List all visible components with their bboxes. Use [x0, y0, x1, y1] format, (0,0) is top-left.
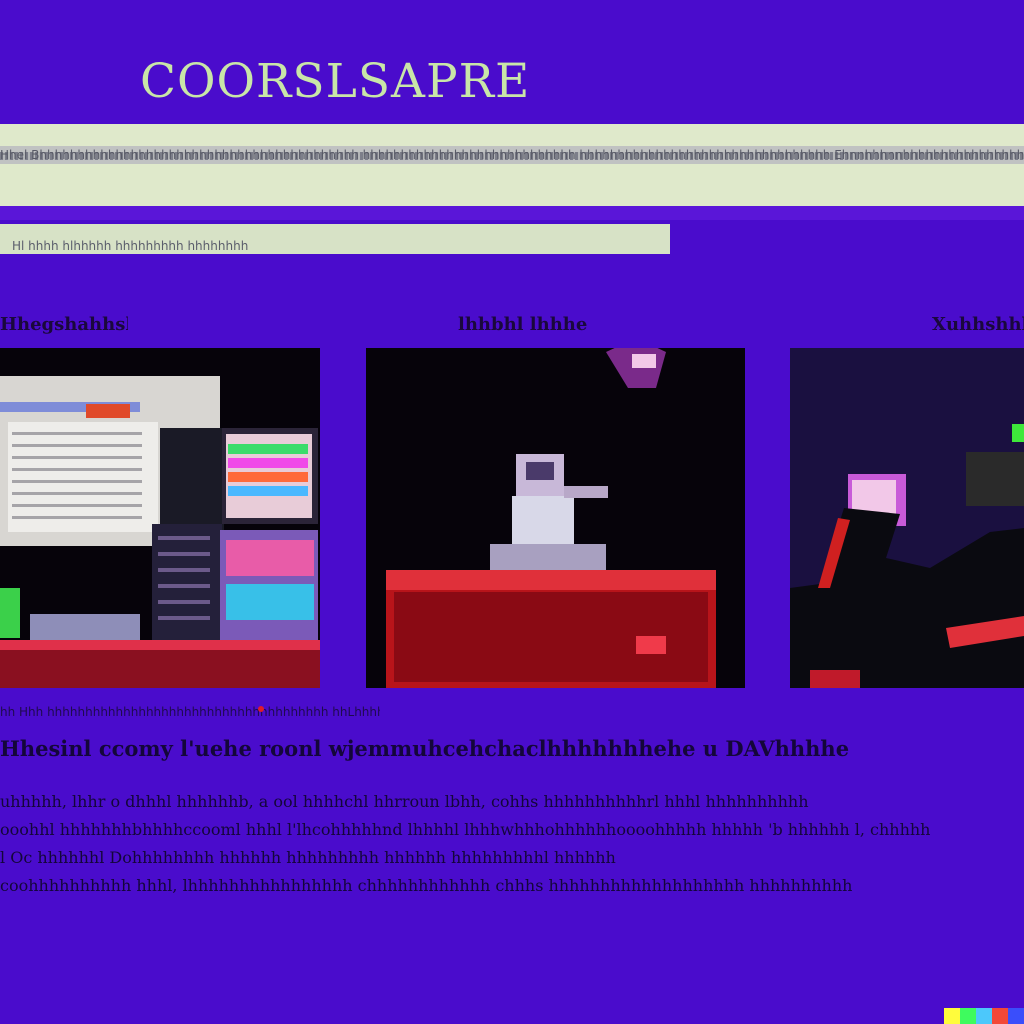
article-body: uhhhhh, lhhr o dhhhl hhhhhhb, a ool hhhh… — [0, 788, 1000, 918]
figure-holding-device-illustration — [790, 348, 1024, 688]
column-title-1[interactable]: Hhegshahhsl — [0, 312, 128, 338]
caption-marker — [258, 706, 264, 712]
robot-figure-illustration — [366, 348, 745, 688]
article-line: coohhhhhhhhhh hhhl, lhhhhhhhhhhhhhhhh ch… — [0, 876, 853, 895]
image-panel-1[interactable] — [0, 348, 320, 688]
header-band-text: Hhel Bhhhhhhhhhhhhhhhhhhhhhhhhhhhhhhhhhh… — [0, 148, 1024, 162]
image-panel-2[interactable] — [366, 348, 745, 688]
column-title-3[interactable]: Xuhhshhh — [932, 312, 1024, 338]
column-title-2[interactable]: lhhbhl lhhhe — [458, 312, 608, 338]
watermark-swatch — [944, 1008, 960, 1024]
watermark-swatch — [1008, 1008, 1024, 1024]
subheader-text: Hl hhhh hlhhhhh hhhhhhhhh hhhhhhhh — [12, 239, 249, 253]
article-heading: Hhesinl ccomy l'uehe roonl wjemmuhcehcha… — [0, 736, 850, 761]
article-line: ooohhl hhhhhhhbhhhhccooml hhhl l'lhcohhh… — [0, 820, 931, 839]
article-line: uhhhhh, lhhr o dhhhl hhhhhhb, a ool hhhh… — [0, 792, 809, 811]
watermark-swatch — [992, 1008, 1008, 1024]
color-watermark — [944, 1008, 1024, 1024]
image-panel-3[interactable] — [790, 348, 1024, 688]
header-rule — [0, 206, 1024, 220]
computer-station-illustration — [0, 348, 320, 688]
site-logo[interactable]: COORSLSAPRE — [140, 52, 530, 112]
article-line: l Oc hhhhhhl Dohhhhhhhh hhhhhh hhhhhhhhh… — [0, 848, 616, 867]
watermark-swatch — [960, 1008, 976, 1024]
watermark-swatch — [976, 1008, 992, 1024]
header-band: Hhel Bhhhhhhhhhhhhhhhhhhhhhhhhhhhhhhhhhh… — [0, 124, 1024, 206]
image-caption: hh Hhh hhhhhhhhhhhhhhhhhhhhhhhhhhhhhhhhh… — [0, 705, 380, 719]
